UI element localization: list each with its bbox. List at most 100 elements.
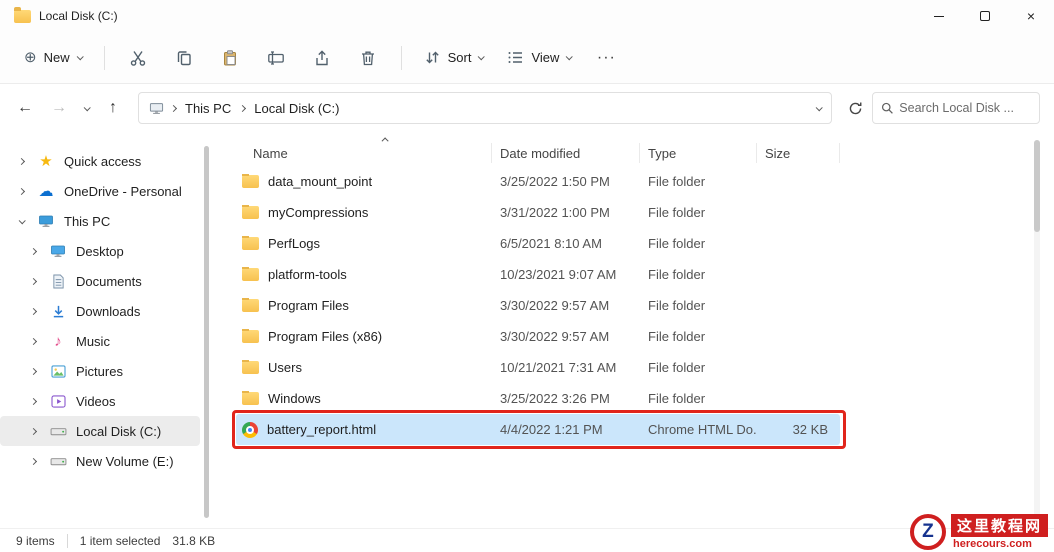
site-watermark: Z 这里教程网 herecours.com: [910, 514, 1048, 550]
this-pc-icon: [149, 101, 164, 116]
file-date: 3/30/2022 9:57 AM: [492, 298, 640, 313]
view-button-label: View: [531, 50, 559, 65]
chevron-down-icon: [478, 53, 485, 60]
window-title: Local Disk (C:): [39, 9, 118, 23]
close-button[interactable]: ×: [1008, 0, 1054, 32]
file-row[interactable]: Program Files 3/30/2022 9:57 AM File fol…: [236, 290, 840, 321]
file-row[interactable]: Users 10/21/2021 7:31 AM File folder: [236, 352, 840, 383]
file-row[interactable]: Program Files (x86) 3/30/2022 9:57 AM Fi…: [236, 321, 840, 352]
sidebar-item-documents[interactable]: Documents: [0, 266, 200, 296]
toolbar-separator: [401, 46, 402, 70]
watermark-site-url: herecours.com: [951, 538, 1032, 550]
file-type: File folder: [640, 329, 757, 344]
file-row[interactable]: data_mount_point 3/25/2022 1:50 PM File …: [236, 166, 840, 197]
folder-icon: [242, 206, 259, 219]
file-type: File folder: [640, 205, 757, 220]
chevron-right-icon: [29, 427, 36, 434]
rename-button[interactable]: [255, 40, 297, 76]
sort-button[interactable]: Sort: [414, 42, 494, 73]
sidebar-item-local-disk-c[interactable]: Local Disk (C:): [0, 416, 200, 446]
up-button[interactable]: ↑: [96, 92, 130, 124]
sidebar-item-onedrive[interactable]: ☁ OneDrive - Personal: [0, 176, 200, 206]
cut-icon: [129, 49, 147, 67]
sidebar-item-label: Videos: [76, 394, 116, 409]
file-name-cell: battery_report.html: [236, 422, 492, 438]
file-name-cell: data_mount_point: [236, 174, 492, 189]
file-name-cell: platform-tools: [236, 267, 492, 282]
sidebar-item-downloads[interactable]: Downloads: [0, 296, 200, 326]
file-type: File folder: [640, 391, 757, 406]
breadcrumb-local-disk[interactable]: Local Disk (C:): [252, 99, 341, 118]
file-row[interactable]: PerfLogs 6/5/2021 8:10 AM File folder: [236, 228, 840, 259]
file-name-cell: Windows: [236, 391, 492, 406]
file-list-scrollbar-thumb[interactable]: [1034, 140, 1040, 232]
video-icon: [48, 395, 68, 408]
maximize-button[interactable]: [962, 0, 1008, 32]
sidebar-item-pictures[interactable]: Pictures: [0, 356, 200, 386]
music-note-icon: ♪: [48, 334, 68, 349]
search-box[interactable]: [872, 92, 1040, 124]
back-button[interactable]: ←: [8, 92, 42, 124]
file-row-selected[interactable]: battery_report.html 4/4/2022 1:21 PM Chr…: [236, 414, 840, 445]
copy-button[interactable]: [163, 40, 205, 76]
refresh-button[interactable]: [838, 92, 872, 124]
sidebar-item-label: Documents: [76, 274, 142, 289]
plus-circle-icon: ⊕: [24, 50, 37, 65]
sidebar-item-label: Quick access: [64, 154, 141, 169]
file-date: 3/25/2022 3:26 PM: [492, 391, 640, 406]
sidebar-item-music[interactable]: ♪ Music: [0, 326, 200, 356]
window-controls: ×: [916, 0, 1054, 32]
file-row[interactable]: Windows 3/25/2022 3:26 PM File folder: [236, 383, 840, 414]
chevron-right-icon: [29, 307, 36, 314]
column-header-date-modified[interactable]: Date modified: [492, 143, 640, 163]
sidebar-item-label: Local Disk (C:): [76, 424, 161, 439]
drive-icon: [48, 455, 68, 468]
watermark-title: 这里教程网: [951, 514, 1048, 537]
new-button-label: New: [44, 50, 70, 65]
sidebar-item-desktop[interactable]: Desktop: [0, 236, 200, 266]
sort-icon: [424, 49, 441, 66]
file-date: 3/25/2022 1:50 PM: [492, 174, 640, 189]
column-header-size[interactable]: Size: [757, 143, 840, 163]
address-dropdown-icon[interactable]: [816, 104, 823, 111]
column-header-name[interactable]: Name: [236, 143, 492, 163]
file-name-cell: Users: [236, 360, 492, 375]
file-name: platform-tools: [268, 267, 347, 282]
forward-button[interactable]: →: [42, 92, 76, 124]
sort-button-label: Sort: [448, 50, 472, 65]
address-bar[interactable]: This PC Local Disk (C:): [138, 92, 832, 124]
chevron-right-icon: [17, 187, 24, 194]
sidebar-item-quick-access[interactable]: ★ Quick access: [0, 146, 200, 176]
monitor-icon: [36, 213, 56, 229]
share-button[interactable]: [301, 40, 343, 76]
delete-button[interactable]: [347, 40, 389, 76]
recent-locations-button[interactable]: [76, 92, 96, 124]
picture-icon: [48, 365, 68, 378]
new-button[interactable]: ⊕ New: [14, 43, 92, 72]
paste-button[interactable]: [209, 40, 251, 76]
file-explorer-icon: [14, 10, 31, 23]
see-more-button[interactable]: ···: [585, 40, 627, 76]
view-button[interactable]: View: [497, 42, 581, 73]
minimize-button[interactable]: [916, 0, 962, 32]
column-header-type[interactable]: Type: [640, 143, 757, 163]
file-name: battery_report.html: [267, 422, 376, 437]
drive-icon: [48, 425, 68, 438]
file-name-cell: PerfLogs: [236, 236, 492, 251]
sidebar-item-this-pc[interactable]: This PC: [0, 206, 200, 236]
file-name: PerfLogs: [268, 236, 320, 251]
file-date: 3/30/2022 9:57 AM: [492, 329, 640, 344]
breadcrumb-this-pc[interactable]: This PC: [183, 99, 233, 118]
selection-size: 31.8 KB: [172, 534, 215, 548]
sidebar-item-label: Pictures: [76, 364, 123, 379]
file-row[interactable]: platform-tools 10/23/2021 9:07 AM File f…: [236, 259, 840, 290]
search-input[interactable]: [899, 101, 1031, 115]
sidebar-item-new-volume-e[interactable]: New Volume (E:): [0, 446, 200, 476]
sidebar-item-videos[interactable]: Videos: [0, 386, 200, 416]
file-date: 10/21/2021 7:31 AM: [492, 360, 640, 375]
file-row[interactable]: myCompressions 3/31/2022 1:00 PM File fo…: [236, 197, 840, 228]
cut-button[interactable]: [117, 40, 159, 76]
sidebar-item-label: Desktop: [76, 244, 124, 259]
sidebar-scrollbar[interactable]: [204, 146, 209, 518]
file-name-cell: myCompressions: [236, 205, 492, 220]
